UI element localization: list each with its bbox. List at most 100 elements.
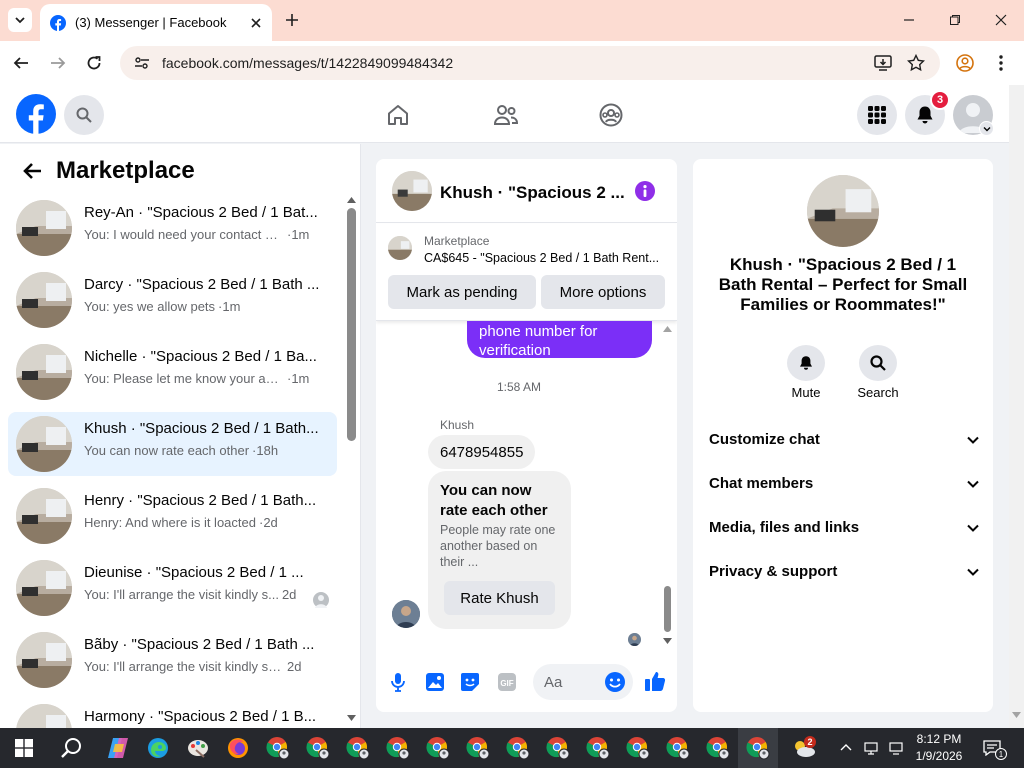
bookmark-star-icon[interactable] xyxy=(907,54,925,72)
conversation-item[interactable]: Bãby · "Spacious 2 Bed / 1 Bath ... You: … xyxy=(8,628,337,692)
details-section-3[interactable]: Privacy & support xyxy=(709,563,979,580)
search-button[interactable] xyxy=(64,95,104,135)
chrome-icon xyxy=(626,737,650,760)
friends-icon[interactable] xyxy=(493,103,519,127)
home-icon[interactable] xyxy=(386,103,410,127)
forward-arrow-icon[interactable] xyxy=(50,55,66,71)
chrome-window-button[interactable] xyxy=(584,734,612,762)
emoji-icon[interactable] xyxy=(604,671,626,693)
chrome-window-button[interactable] xyxy=(464,734,492,762)
listing-thumbnail[interactable] xyxy=(388,236,412,260)
account-menu-chevron[interactable] xyxy=(979,121,994,136)
sticker-icon[interactable] xyxy=(460,672,480,692)
back-arrow-icon[interactable] xyxy=(13,55,29,71)
thread-scroll-thumb[interactable] xyxy=(664,586,671,632)
clock-date[interactable]: 1/9/2026 xyxy=(900,749,978,763)
browser-menu-icon[interactable] xyxy=(998,54,1004,72)
chrome-window-button[interactable] xyxy=(544,734,572,762)
address-bar[interactable]: facebook.com/messages/t/1422849099484342 xyxy=(120,46,940,80)
firefox-button[interactable] xyxy=(224,734,252,762)
back-arrow-icon[interactable] xyxy=(22,162,42,180)
chrome-window-button[interactable] xyxy=(704,734,732,762)
conversation-item[interactable]: Dieunise · "Spacious 2 Bed / 1 ... You: I… xyxy=(8,556,337,620)
menu-button[interactable] xyxy=(857,95,897,135)
gif-icon[interactable]: GIF xyxy=(497,672,517,692)
sent-message-bubble[interactable]: phone number for verification xyxy=(467,321,652,359)
url-text[interactable]: facebook.com/messages/t/1422849099484342 xyxy=(162,55,453,71)
browser-tab[interactable]: (3) Messenger | Facebook xyxy=(40,4,272,41)
received-message-bubble[interactable]: 6478954855 xyxy=(428,435,536,469)
mute-button[interactable] xyxy=(787,345,825,381)
page-scrollbar[interactable] xyxy=(1009,85,1024,728)
details-avatar[interactable] xyxy=(807,175,879,247)
panel-title: Marketplace xyxy=(56,157,195,184)
details-section-2[interactable]: Media, files and links xyxy=(709,519,979,536)
conversation-item[interactable]: Nichelle · "Spacious 2 Bed / 1 Ba... You:… xyxy=(8,340,337,404)
scroll-thumb[interactable] xyxy=(347,208,356,441)
conversation-info-button[interactable] xyxy=(635,181,655,201)
listing-card: Marketplace CA$645 - "Spacious 2 Bed / 1… xyxy=(376,224,677,321)
close-icon xyxy=(995,14,1007,26)
chrome-window-button[interactable] xyxy=(744,734,772,762)
details-section-1[interactable]: Chat members xyxy=(709,475,979,492)
minimize-button[interactable] xyxy=(896,8,922,32)
conversation-item[interactable]: Harmony · "Spacious 2 Bed / 1 B... xyxy=(8,700,337,728)
close-icon[interactable] xyxy=(250,17,262,29)
chat-avatar[interactable] xyxy=(392,171,432,211)
paint-button[interactable] xyxy=(184,734,212,762)
edge-button[interactable] xyxy=(144,734,172,762)
chrome-window-button[interactable] xyxy=(384,734,412,762)
microphone-icon[interactable] xyxy=(390,672,406,692)
groups-icon[interactable] xyxy=(599,103,623,127)
chrome-window-button[interactable] xyxy=(264,734,292,762)
clock-time[interactable]: 8:12 PM xyxy=(900,732,978,746)
chevron-down-icon xyxy=(983,126,990,131)
scroll-down-arrow-icon[interactable] xyxy=(663,637,672,645)
more-options-button[interactable]: More options xyxy=(541,275,665,309)
maximize-button[interactable] xyxy=(942,8,968,32)
attach-image-icon[interactable] xyxy=(425,672,445,692)
chrome-window-button[interactable] xyxy=(624,734,652,762)
facebook-logo-icon[interactable] xyxy=(16,94,56,134)
room-photo xyxy=(392,171,432,211)
reload-icon[interactable] xyxy=(86,55,102,71)
conversation-item[interactable]: Khush · "Spacious 2 Bed / 1 Bath... You c… xyxy=(8,412,337,476)
scroll-down-arrow-icon[interactable] xyxy=(347,714,356,722)
thumbs-up-icon[interactable] xyxy=(644,670,666,692)
bell-icon xyxy=(800,356,812,370)
taskbar-search-button[interactable] xyxy=(58,734,86,762)
new-tab-button[interactable] xyxy=(282,10,302,30)
scroll-down-arrow-icon[interactable] xyxy=(1012,711,1021,719)
conversation-item[interactable]: Darcy · "Spacious 2 Bed / 1 Bath ... You:… xyxy=(8,268,337,332)
profile-icon[interactable] xyxy=(956,54,974,72)
chrome-window-button[interactable] xyxy=(504,734,532,762)
notification-count-badge: 1 xyxy=(995,748,1007,760)
install-app-icon[interactable] xyxy=(874,55,892,71)
rate-khush-button[interactable]: Rate Khush xyxy=(444,581,555,615)
window-close-button[interactable] xyxy=(988,8,1014,32)
conversation-item[interactable]: Henry · "Spacious 2 Bed / 1 Bath... Henry… xyxy=(8,484,337,548)
chrome-window-button[interactable] xyxy=(424,734,452,762)
tab-search-button[interactable] xyxy=(8,8,32,32)
message-timestamp: 1:58 AM xyxy=(496,380,542,394)
search-in-conversation-button[interactable] xyxy=(859,345,897,381)
chrome-window-button[interactable] xyxy=(344,734,372,762)
listing-title[interactable]: CA$645 - "Spacious 2 Bed / 1 Bath Rent..… xyxy=(424,251,666,265)
sender-avatar[interactable] xyxy=(392,600,420,628)
chat-title[interactable]: Khush · "Spacious 2 ... xyxy=(440,183,625,203)
scroll-up-arrow-icon[interactable] xyxy=(347,196,356,204)
copilot-button[interactable] xyxy=(104,734,132,762)
conversation-item[interactable]: Rey-An · "Spacious 2 Bed / 1 Bat... You: … xyxy=(8,196,337,260)
chevron-up-icon[interactable] xyxy=(840,742,852,752)
display-icon[interactable] xyxy=(864,741,878,755)
conversation-list-scrollbar[interactable] xyxy=(345,194,357,724)
chrome-window-button[interactable] xyxy=(304,734,332,762)
conversation-preview: You: Please let me know your avail... ·1m xyxy=(84,371,324,386)
site-settings-icon[interactable] xyxy=(134,55,150,71)
start-button[interactable] xyxy=(10,734,38,762)
chrome-window-button[interactable] xyxy=(664,734,692,762)
scroll-up-arrow-icon[interactable] xyxy=(663,325,672,333)
chrome-icon xyxy=(466,737,490,760)
mark-as-pending-button[interactable]: Mark as pending xyxy=(388,275,536,309)
details-section-0[interactable]: Customize chat xyxy=(709,431,979,448)
